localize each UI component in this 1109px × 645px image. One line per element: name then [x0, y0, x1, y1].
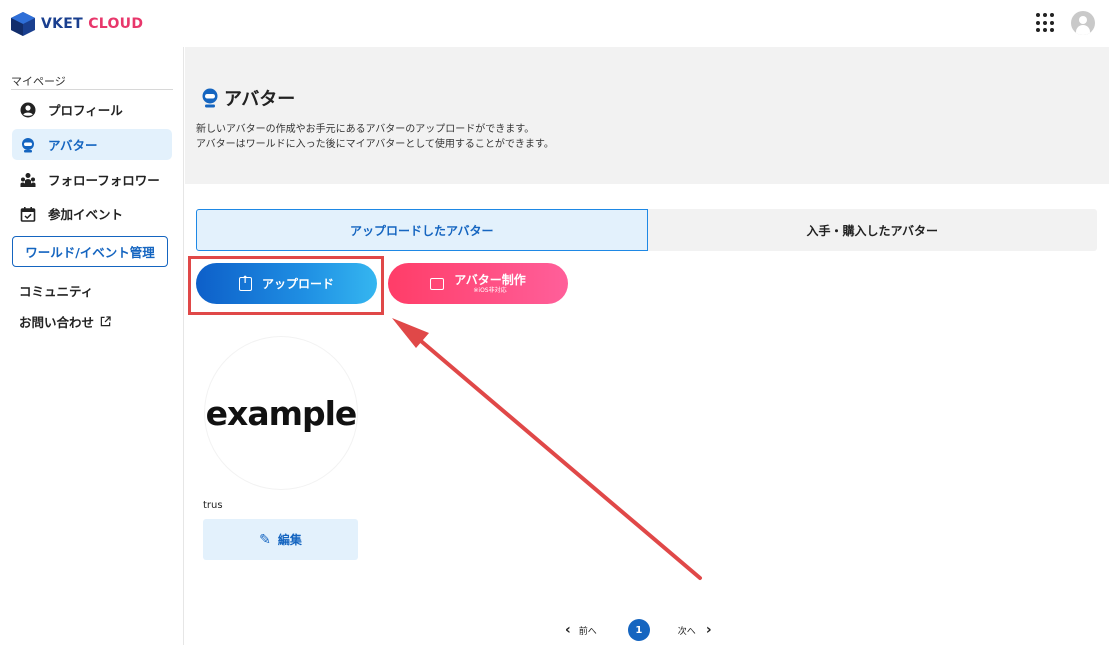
create-avatar-button[interactable]: アバター制作 ※iOS非対応 [388, 263, 568, 304]
avatar-thumbnail[interactable]: example [205, 337, 357, 489]
next-page-button[interactable]: 次へ › [678, 622, 712, 638]
sidebar-heading: マイページ [11, 75, 66, 88]
sidebar-item-follow[interactable]: フォローフォロワー [12, 164, 172, 195]
annotation-highlight-box [188, 256, 384, 315]
tab-uploaded-avatars[interactable]: アップロードしたアバター [196, 209, 648, 251]
sidebar-item-community[interactable]: コミュニティ [19, 281, 93, 300]
sidebar-item-profile[interactable]: プロフィール [12, 94, 172, 125]
pagination: ‹ 前へ 1 次へ › [565, 619, 712, 641]
avatar-tabs: アップロードしたアバター 入手・購入したアバター [196, 209, 1097, 251]
sidebar-divider [11, 89, 173, 90]
logo-text: VKET CLOUD [41, 16, 144, 32]
page-description-line2: アバターはワールドに入った後にマイアバターとして使用することができます。 [196, 139, 554, 150]
page-title: アバター [201, 85, 295, 111]
world-event-manage-button[interactable]: ワールド/イベント管理 [12, 236, 168, 267]
vket-cloud-logo[interactable]: VKET CLOUD [10, 11, 143, 37]
tab-acquired-avatars[interactable]: 入手・購入したアバター [647, 209, 1097, 251]
external-link-icon [100, 316, 111, 327]
sidebar: マイページ プロフィール アバター フォローフォロワー 参加イベント ワールド/… [0, 47, 184, 645]
profile-icon [20, 102, 36, 117]
edit-avatar-button[interactable]: ✎ 編集 [203, 519, 358, 560]
sidebar-item-avatar[interactable]: アバター [12, 129, 172, 160]
sidebar-item-contact[interactable]: お問い合わせ [19, 312, 111, 331]
page-number-current[interactable]: 1 [627, 619, 650, 641]
chevron-left-icon: ‹ [565, 622, 571, 638]
avatar-name: trus [203, 500, 223, 511]
chevron-right-icon: › [705, 622, 712, 638]
user-avatar-icon[interactable] [1071, 11, 1095, 35]
avatar-icon [22, 137, 34, 152]
calendar-check-icon [20, 206, 36, 222]
top-bar: VKET CLOUD [0, 0, 1109, 47]
pencil-icon: ✎ [259, 531, 271, 548]
people-icon [20, 172, 36, 187]
grid-apps-icon[interactable] [1036, 13, 1056, 33]
image-edit-icon [430, 277, 445, 290]
logo-mark-icon [11, 12, 35, 36]
avatar-title-icon [202, 88, 218, 108]
prev-page-button[interactable]: ‹ 前へ [565, 622, 597, 638]
sidebar-item-events[interactable]: 参加イベント [12, 198, 172, 229]
page-header-panel [185, 47, 1109, 184]
page-description-line1: 新しいアバターの作成やお手元にあるアバターのアップロードができます。 [196, 124, 535, 135]
